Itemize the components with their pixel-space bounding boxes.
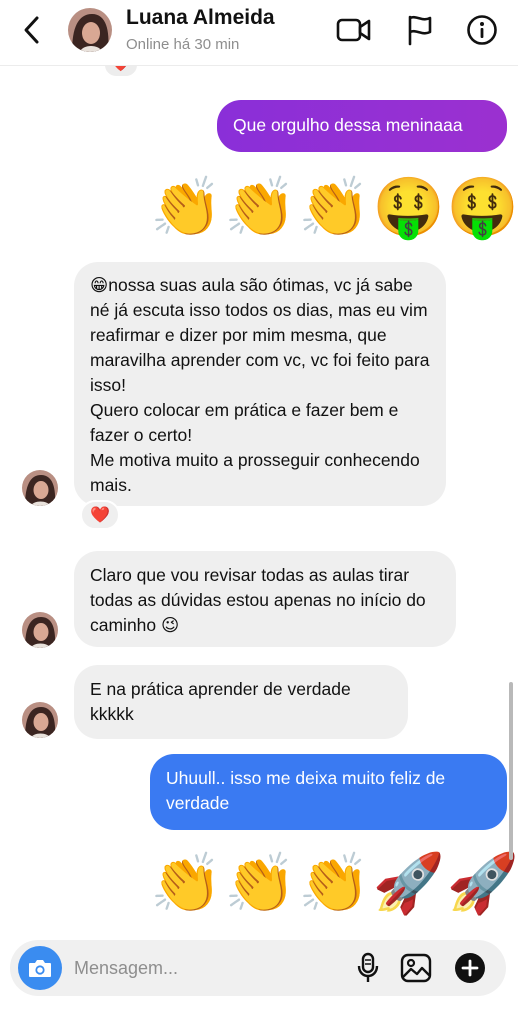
message-composer xyxy=(10,940,506,996)
image-icon xyxy=(400,953,432,983)
message-text: Que orgulho dessa meninaaa xyxy=(233,115,463,135)
contact-avatar-small[interactable] xyxy=(22,612,58,648)
chevron-left-icon xyxy=(24,16,39,44)
contact-avatar-small[interactable] xyxy=(22,702,58,738)
outgoing-message[interactable]: Uhuull.. isso me deixa muito feliz de ve… xyxy=(150,754,507,830)
contact-avatar-small[interactable] xyxy=(22,470,58,506)
camera-icon xyxy=(29,960,51,977)
info-button[interactable] xyxy=(462,10,502,50)
chat-header: Luana Almeida Online há 30 min xyxy=(0,0,518,66)
incoming-message[interactable]: Claro que vou revisar todas as aulas tir… xyxy=(74,551,456,647)
avatar-image xyxy=(22,612,58,648)
message-text: Claro que vou revisar todas as aulas tir… xyxy=(90,565,426,635)
contact-name[interactable]: Luana Almeida xyxy=(126,6,275,30)
info-icon xyxy=(467,15,497,45)
report-button[interactable] xyxy=(400,10,440,50)
avatar-image xyxy=(22,702,58,738)
message-input[interactable] xyxy=(74,950,334,986)
contact-avatar[interactable] xyxy=(68,8,112,52)
camera-button[interactable] xyxy=(18,946,62,990)
gallery-button[interactable] xyxy=(398,950,434,986)
incoming-message[interactable]: E na prática aprender de verdade kkkkk xyxy=(74,665,408,739)
message-line: 😁nossa suas aula são ótimas, vc já sabe … xyxy=(90,275,430,395)
outgoing-message[interactable]: Que orgulho dessa meninaaa xyxy=(217,100,507,152)
back-button[interactable] xyxy=(14,12,50,48)
message-line: Quero colocar em prática e fazer bem e f… xyxy=(90,400,399,445)
avatar-image xyxy=(68,8,112,52)
scrollbar[interactable] xyxy=(509,682,513,860)
emoji-message[interactable]: 👏👏👏🚀🚀 xyxy=(150,852,518,916)
avatar-image xyxy=(22,470,58,506)
message-line: Me motiva muito a prosseguir conhecendo … xyxy=(90,450,420,495)
video-call-button[interactable] xyxy=(334,10,374,50)
message-reaction[interactable]: ❤️ xyxy=(80,500,120,530)
plus-icon xyxy=(455,953,485,983)
flag-icon xyxy=(408,15,432,46)
voice-message-button[interactable] xyxy=(350,950,386,986)
incoming-message[interactable]: 😁nossa suas aula são ótimas, vc já sabe … xyxy=(74,262,446,506)
contact-status: Online há 30 min xyxy=(126,36,240,53)
message-text: Uhuull.. isso me deixa muito feliz de ve… xyxy=(166,768,446,813)
emoji-message[interactable]: 👏👏👏🤑🤑 xyxy=(150,176,518,240)
more-options-button[interactable] xyxy=(452,950,488,986)
message-text: E na prática aprender de verdade kkkkk xyxy=(90,679,351,724)
microphone-icon xyxy=(357,952,379,982)
video-call-icon xyxy=(336,18,371,42)
